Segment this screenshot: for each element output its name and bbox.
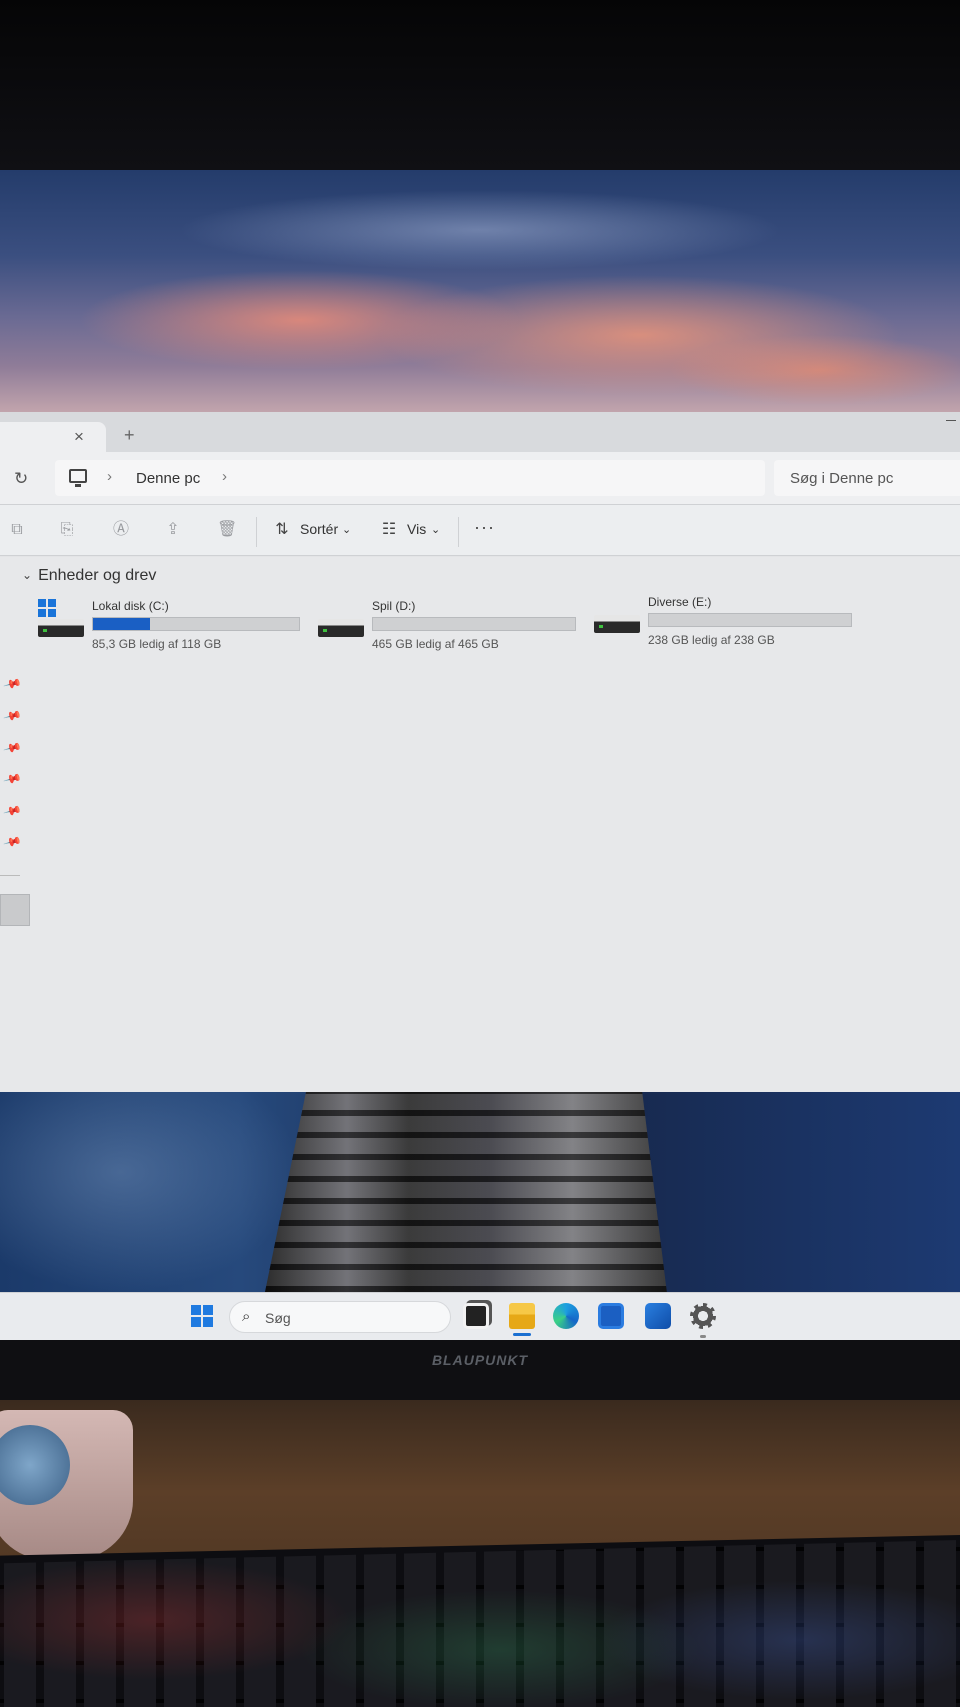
drive-icon [38,619,84,637]
active-app-indicator [513,1333,531,1336]
content-pane: ⌄ Enheder og drev Lokal disk (C:) 85,3 GB… [0,557,960,1092]
pin-icon[interactable]: 📌 [3,832,23,852]
sort-icon[interactable]: ⇅ [273,520,291,540]
view-icon[interactable]: ☷ [380,520,398,540]
chevron-down-icon[interactable]: ⌄ [431,523,440,536]
pin-icon[interactable]: 📌 [3,801,23,821]
section-header[interactable]: ⌄ Enheder og drev [22,567,156,585]
drive-icon [594,615,640,633]
drive-d[interactable]: Spil (D:) 465 GB ledig af 465 GB [318,599,588,659]
settings-icon[interactable] [690,1303,716,1329]
chevron-down-icon[interactable]: ⌄ [342,523,351,536]
wallpaper-sky [0,170,960,415]
drive-c[interactable]: Lokal disk (C:) 85,3 GB ledig af 118 GB [38,599,308,659]
monitor-screen: × + ↻ › Denne pc › Søg i Denne pc ⧉ ⎘ Ⓐ … [0,170,960,1340]
drive-free-space: 85,3 GB ledig af 118 GB [92,637,222,651]
taskbar: ⌕ Søg [0,1292,960,1340]
outlook-icon[interactable] [645,1303,671,1329]
rename-icon[interactable]: Ⓐ [112,520,130,540]
breadcrumb-chevron-icon[interactable]: › [222,468,227,485]
file-explorer-window: × + ↻ › Denne pc › Søg i Denne pc ⧉ ⎘ Ⓐ … [0,412,960,1092]
pin-icon[interactable]: 📌 [3,706,23,726]
file-explorer-icon[interactable] [509,1303,535,1329]
wallpaper-pier [265,1092,667,1292]
windows-logo-icon [38,599,56,617]
this-pc-icon [69,469,87,487]
usage-fill [93,618,151,630]
more-options-button[interactable]: ··· [474,517,495,538]
tab-denne-pc[interactable]: × [0,422,106,454]
edge-icon[interactable] [553,1303,579,1329]
section-title: Enheder og drev [38,567,157,584]
pin-icon[interactable]: 📌 [3,674,23,694]
minimize-icon[interactable] [946,420,956,421]
nav-item-selected[interactable] [0,894,30,926]
drive-usage-bar [648,613,852,627]
pin-icon[interactable]: 📌 [3,769,23,789]
taskbar-search-placeholder: Søg [265,1310,291,1326]
cut-icon[interactable]: ⧉ [8,520,26,540]
tab-bar: × + [0,412,960,454]
command-bar: ⧉ ⎘ Ⓐ ⇪ 🗑 ⇅ Sortér ⌄ ☷ Vis ⌄ ··· [0,504,960,556]
photo-scene: × + ↻ › Denne pc › Søg i Denne pc ⧉ ⎘ Ⓐ … [0,0,960,1707]
breadcrumb-chevron-icon[interactable]: › [107,468,112,485]
search-field[interactable]: Søg i Denne pc [774,460,960,496]
refresh-icon[interactable]: ↻ [14,470,28,488]
drive-name: Spil (D:) [372,599,416,613]
drive-usage-bar [92,617,300,631]
task-view-icon[interactable] [463,1303,489,1329]
command-separator [256,517,257,547]
navigation-pane: 📌 📌 📌 📌 📌 📌 [0,557,30,1092]
close-tab-icon[interactable]: × [74,428,84,446]
drive-name: Lokal disk (C:) [92,599,169,613]
sort-button[interactable]: Sortér [300,521,338,537]
monitor-top-bezel [0,0,960,172]
command-separator [458,517,459,547]
view-button[interactable]: Vis [407,521,426,537]
share-icon[interactable]: ⇪ [164,520,182,540]
drive-free-space: 465 GB ledig af 465 GB [372,637,499,651]
drive-usage-bar [372,617,576,631]
monitor-brand-logo: BLAUPUNKT [431,1352,529,1368]
drive-name: Diverse (E:) [648,595,712,609]
search-placeholder: Søg i Denne pc [790,470,894,487]
taskbar-search[interactable]: ⌕ Søg [229,1301,451,1333]
drive-icon [318,619,364,637]
delete-icon[interactable]: 🗑 [217,520,237,540]
microsoft-store-icon[interactable] [598,1303,624,1329]
new-tab-icon[interactable]: + [124,426,135,444]
search-icon: ⌕ [242,1308,251,1325]
address-row: ↻ › Denne pc › Søg i Denne pc [0,452,960,504]
address-bar[interactable]: › Denne pc › [55,460,765,496]
drive-free-space: 238 GB ledig af 238 GB [648,633,775,647]
drive-e[interactable]: Diverse (E:) 238 GB ledig af 238 GB [594,595,864,655]
copy-icon[interactable]: ⎘ [58,520,76,540]
start-button[interactable] [191,1305,213,1327]
breadcrumb-denne-pc[interactable]: Denne pc [136,470,200,487]
running-app-indicator [700,1335,706,1338]
keyboard-backlight [0,1560,960,1707]
pin-icon[interactable]: 📌 [3,738,23,758]
nav-divider [0,875,20,876]
